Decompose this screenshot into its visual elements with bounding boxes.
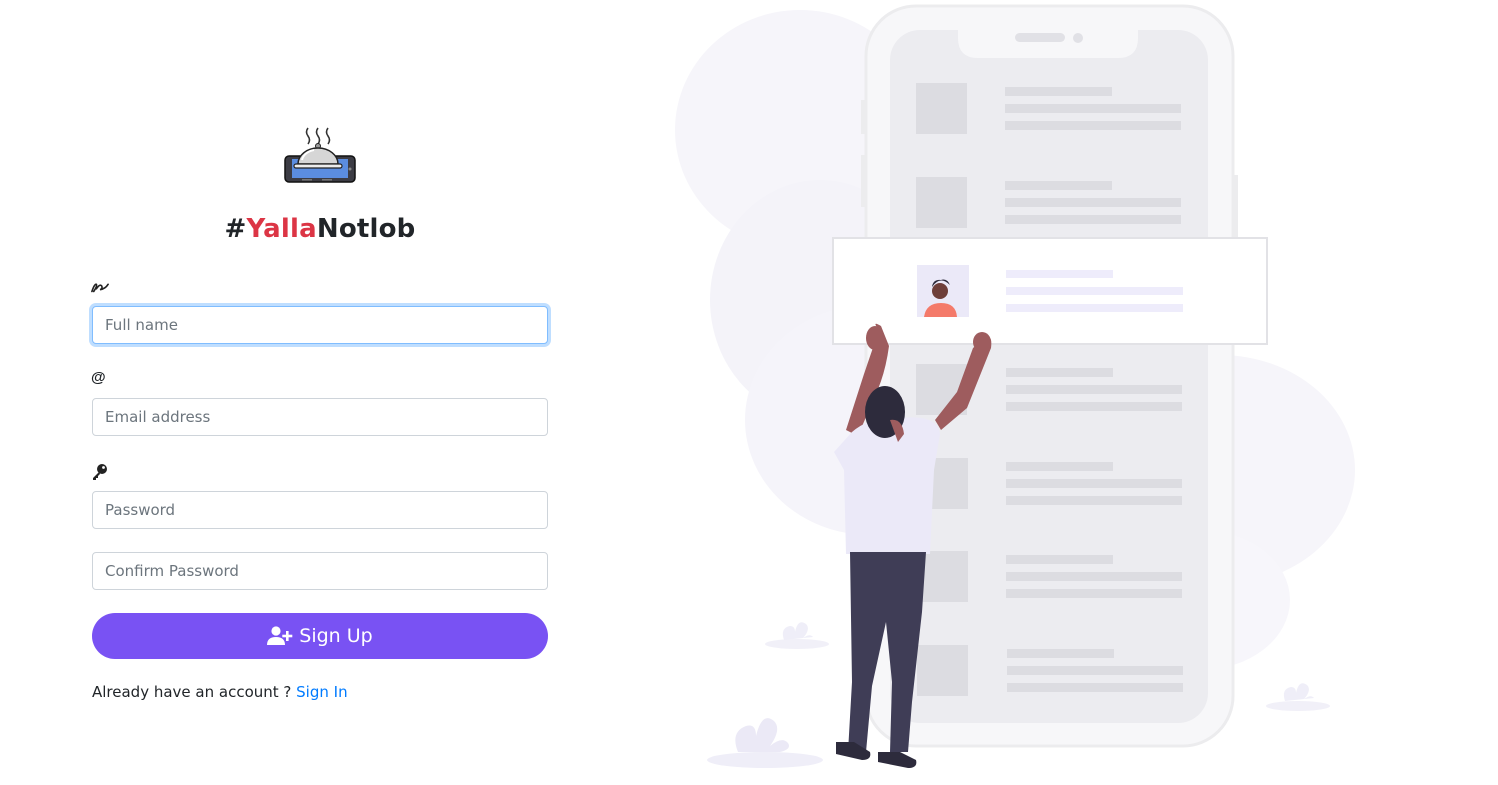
signup-button[interactable]: Sign Up <box>92 613 548 659</box>
email-input[interactable] <box>92 398 548 436</box>
serving-dish-phone-icon <box>284 127 356 183</box>
brand-suffix: Notlob <box>316 214 416 244</box>
brand-prefix: # <box>224 214 247 244</box>
password-input[interactable] <box>92 491 548 529</box>
full-name-input[interactable] <box>92 306 548 344</box>
signature-icon <box>91 283 109 293</box>
phone-user-illustration <box>675 4 1355 768</box>
signup-label: Sign Up <box>299 625 373 647</box>
signin-prompt-text: Already have an account ? <box>92 683 297 701</box>
brand-accent: Yalla <box>246 214 317 244</box>
key-icon <box>93 464 107 480</box>
signin-link[interactable]: Sign In <box>296 683 347 701</box>
signup-page: #YallaNotlob @ Sign Up Already have an a… <box>0 0 1498 785</box>
signin-prompt: Already have an account ? Sign In <box>92 683 348 701</box>
brand-title: #YallaNotlob <box>0 214 640 244</box>
at-sign-icon: @ <box>91 369 106 386</box>
confirm-password-input[interactable] <box>92 552 548 590</box>
user-plus-icon <box>267 626 293 645</box>
